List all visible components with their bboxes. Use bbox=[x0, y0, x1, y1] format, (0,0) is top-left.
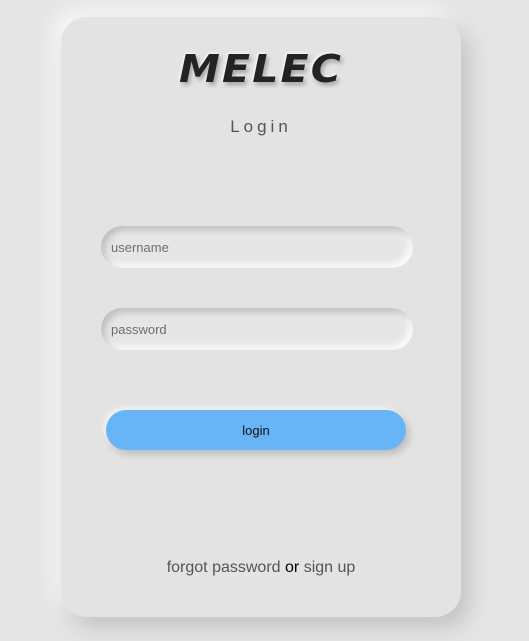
login-button[interactable]: login bbox=[106, 410, 406, 450]
forgot-password-link[interactable]: forgot password bbox=[167, 559, 281, 576]
footer-links: forgot password or sign up bbox=[61, 559, 461, 577]
password-field-container bbox=[101, 308, 413, 350]
login-card: MELEC Login login forgot password or sig… bbox=[61, 17, 461, 617]
username-field-container bbox=[101, 226, 413, 268]
sign-up-link[interactable]: sign up bbox=[304, 559, 356, 576]
password-input[interactable] bbox=[111, 321, 413, 337]
or-separator: or bbox=[285, 559, 300, 576]
username-input[interactable] bbox=[111, 239, 413, 255]
logo: MELEC bbox=[179, 47, 343, 91]
page-title: Login bbox=[230, 117, 292, 136]
